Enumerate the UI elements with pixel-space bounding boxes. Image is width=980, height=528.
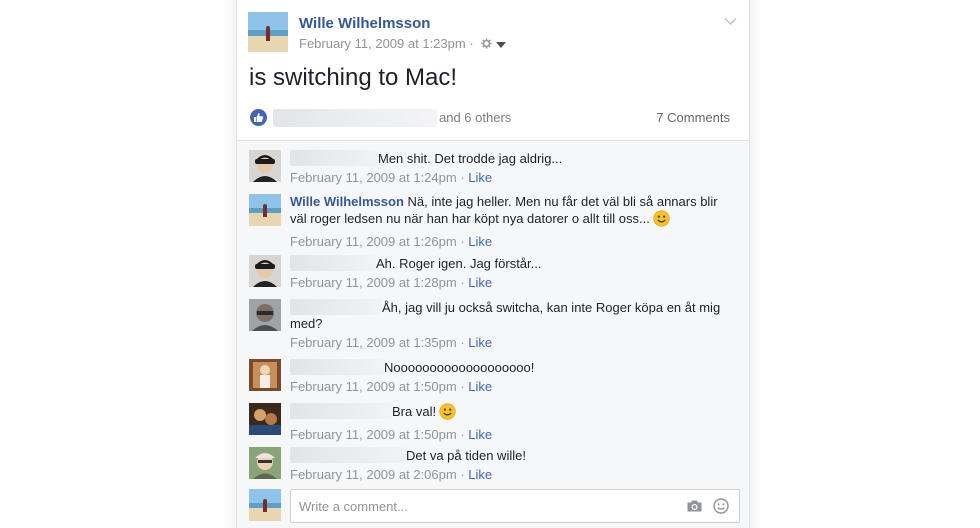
comment-like-link[interactable]: Like — [468, 427, 492, 442]
commenter-avatar[interactable] — [249, 150, 281, 182]
caret-down-icon[interactable] — [496, 37, 507, 52]
reactions-others[interactable]: and 6 others — [439, 110, 511, 125]
comment-body: Ah. Roger igen. Jag förstår... February … — [290, 255, 730, 291]
comment-text: Nooooooooooooooooooo! — [384, 360, 535, 375]
smiley-emoji-icon — [439, 403, 456, 424]
commenter-name[interactable]: Wille Wilhelmsson — [290, 194, 404, 209]
page: Wille Wilhelmsson February 11, 2009 at 1… — [0, 0, 980, 528]
commenter-name-redacted — [290, 255, 376, 271]
likers-names-redacted — [273, 109, 437, 127]
like-reaction-icon[interactable] — [250, 109, 267, 126]
comment-time[interactable]: February 11, 2009 at 1:26pm — [290, 234, 457, 249]
comment-like-link[interactable]: Like — [468, 379, 492, 394]
commenter-avatar[interactable] — [249, 194, 281, 226]
commenter-name-redacted — [290, 299, 382, 315]
camera-icon[interactable] — [686, 499, 703, 518]
commenter-name-redacted — [290, 359, 384, 375]
chevron-down-icon[interactable] — [724, 13, 737, 31]
comment-meta: February 11, 2009 at 1:26pm · Like — [290, 234, 730, 250]
comment-input[interactable] — [291, 490, 671, 522]
post-timestamp[interactable]: February 11, 2009 at 1:23pm — [299, 36, 466, 51]
commenter-avatar[interactable] — [249, 299, 281, 331]
comment-text: Bra val! — [392, 404, 437, 419]
emoji-icon[interactable] — [713, 498, 729, 519]
commenter-name-redacted — [290, 150, 378, 166]
meta-separator: · — [456, 467, 469, 482]
meta-separator: · — [456, 379, 469, 394]
comment-meta: February 11, 2009 at 1:50pm · Like — [290, 427, 730, 443]
comment-meta: February 11, 2009 at 1:24pm · Like — [290, 170, 730, 186]
comment-body: Nooooooooooooooooooo! February 11, 2009 … — [290, 359, 730, 395]
comment-body: Bra val! February 11, 2009 at 1:50pm · L… — [290, 403, 730, 443]
post-card: Wille Wilhelmsson February 11, 2009 at 1… — [236, 0, 750, 528]
comment-body: Men shit. Det trodde jag aldrig... Febru… — [290, 150, 730, 186]
current-user-avatar — [249, 489, 281, 521]
comment-time[interactable]: February 11, 2009 at 1:28pm — [290, 275, 457, 290]
meta-separator: · — [456, 275, 469, 290]
comment-text: Ah. Roger igen. Jag förstår... — [376, 256, 542, 271]
comment-time[interactable]: February 11, 2009 at 1:35pm — [290, 335, 457, 350]
comment-text: Men shit. Det trodde jag aldrig... — [378, 151, 563, 166]
comment-text: Det va på tiden wille! — [406, 448, 526, 463]
commenter-avatar[interactable] — [249, 359, 281, 391]
comment-composer — [290, 489, 740, 523]
comment-like-link[interactable]: Like — [468, 234, 492, 249]
comments-count[interactable]: 7 Comments — [656, 110, 730, 125]
comment-like-link[interactable]: Like — [468, 467, 492, 482]
meta-separator: · — [456, 427, 469, 442]
comment-body: Det va på tiden wille! February 11, 2009… — [290, 447, 730, 483]
comments-section: Men shit. Det trodde jag aldrig... Febru… — [237, 140, 749, 528]
commenter-avatar[interactable] — [249, 403, 281, 435]
right-gutter — [750, 0, 762, 528]
smiley-emoji-icon — [653, 210, 670, 231]
meta-separator: · — [465, 36, 478, 51]
comment-time[interactable]: February 11, 2009 at 1:50pm — [290, 427, 457, 442]
comment-meta: February 11, 2009 at 1:50pm · Like — [290, 379, 730, 395]
meta-separator: · — [456, 234, 469, 249]
comment-meta: February 11, 2009 at 1:28pm · Like — [290, 275, 730, 291]
comment-body: Wille Wilhelmsson Nä, inte jag heller. M… — [290, 194, 730, 250]
comment-like-link[interactable]: Like — [468, 275, 492, 290]
gear-icon[interactable] — [481, 37, 492, 52]
comment-meta: February 11, 2009 at 1:35pm · Like — [290, 335, 730, 351]
post-meta: February 11, 2009 at 1:23pm · — [299, 36, 507, 52]
comment-time[interactable]: February 11, 2009 at 1:50pm — [290, 379, 457, 394]
comment-time[interactable]: February 11, 2009 at 1:24pm — [290, 170, 457, 185]
commenter-avatar[interactable] — [249, 255, 281, 287]
left-gutter — [222, 0, 236, 528]
author-avatar[interactable] — [248, 12, 288, 52]
comment-like-link[interactable]: Like — [468, 335, 492, 350]
commenter-name-redacted — [290, 403, 392, 419]
commenter-name-redacted — [290, 447, 406, 463]
comment-meta: February 11, 2009 at 2:06pm · Like — [290, 467, 730, 483]
commenter-avatar[interactable] — [249, 447, 281, 479]
comment-like-link[interactable]: Like — [468, 170, 492, 185]
author-name[interactable]: Wille Wilhelmsson — [299, 15, 430, 32]
comment-time[interactable]: February 11, 2009 at 2:06pm — [290, 467, 457, 482]
meta-separator: · — [456, 170, 469, 185]
comment-body: Åh, jag vill ju också switcha, kan inte … — [290, 299, 730, 351]
status-text: is switching to Mac! — [249, 64, 458, 91]
meta-separator: · — [456, 335, 469, 350]
